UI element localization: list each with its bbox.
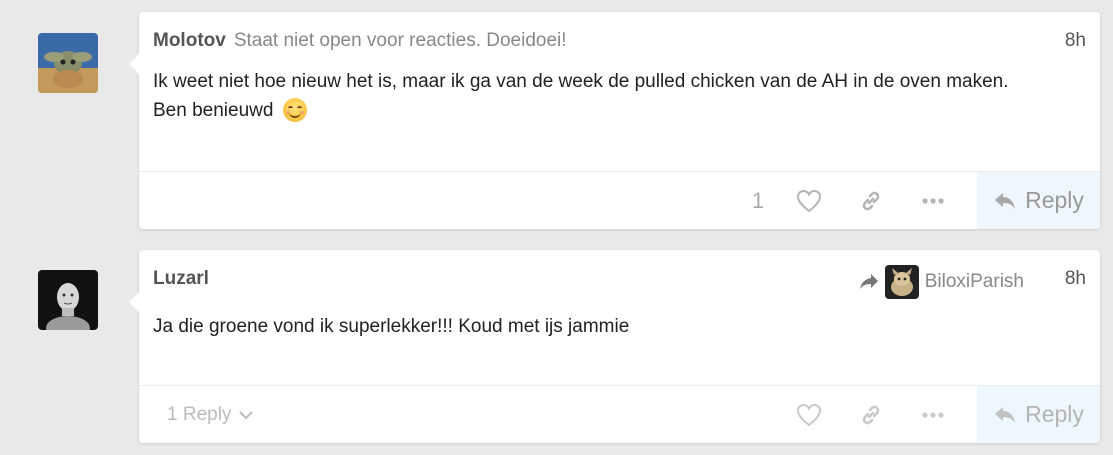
avatar[interactable]: [38, 270, 98, 330]
post-card: Luzarl BiloxiParish 8h Ja die groene von…: [129, 250, 1100, 443]
username[interactable]: Luzarl: [153, 268, 209, 289]
post-body: Ja die groene vond ik superlekker!!! Kou…: [153, 312, 1070, 341]
link-icon: [862, 405, 880, 424]
reply-label: Reply: [1025, 187, 1084, 213]
avatar: [884, 265, 919, 299]
post-body-line: Ja die groene vond ik superlekker!!! Kou…: [153, 316, 630, 337]
post-body-text: Ben benieuwd: [153, 100, 274, 121]
reply-button[interactable]: Reply: [977, 172, 1100, 229]
post-age[interactable]: 8h: [1065, 30, 1086, 52]
reply-to-username: BiloxiParish: [924, 271, 1024, 292]
like-button[interactable]: [793, 386, 825, 443]
like-button[interactable]: [793, 172, 825, 229]
ellipsis-icon: [922, 197, 944, 204]
link-icon: [862, 191, 880, 210]
smiling-face-emoji-icon: [282, 98, 307, 122]
share-link-button[interactable]: [855, 172, 887, 229]
reply-to-tab[interactable]: BiloxiParish: [859, 265, 1024, 299]
post-body-line: Ben benieuwd: [153, 96, 1070, 125]
post-body-line: Ik weet niet hoe nieuw het is, maar ik g…: [153, 71, 1009, 92]
avatar[interactable]: [38, 33, 98, 93]
reply-button[interactable]: Reply: [977, 386, 1100, 443]
ellipsis-icon: [922, 411, 944, 418]
post-actions: 1 Reply Reply: [139, 385, 1100, 443]
username[interactable]: Molotov: [153, 30, 226, 51]
post-body: Ik weet niet hoe nieuw het is, maar ik g…: [153, 67, 1070, 125]
show-replies-button[interactable]: 1 Reply: [167, 386, 254, 443]
replies-label: 1 Reply: [167, 403, 232, 425]
heart-icon: [796, 189, 822, 212]
post-header: Luzarl BiloxiParish 8h: [153, 265, 1086, 299]
chevron-down-icon: [239, 410, 254, 419]
share-link-button[interactable]: [855, 386, 887, 443]
post-age[interactable]: 8h: [1065, 268, 1086, 290]
post-actions: 1 Reply: [139, 171, 1100, 229]
more-options-button[interactable]: [917, 172, 949, 229]
more-options-button[interactable]: [917, 386, 949, 443]
reply-arrow-icon: [995, 192, 1016, 209]
post-card: Molotov Staat niet open voor reacties. Do…: [129, 12, 1100, 229]
reply-arrow-icon: [995, 406, 1016, 423]
share-arrow-icon: [859, 274, 878, 289]
post-header: Molotov Staat niet open voor reacties. Do…: [153, 30, 1086, 54]
heart-icon: [796, 403, 822, 426]
reply-label: Reply: [1025, 401, 1084, 427]
user-title: Staat niet open voor reacties. Doeidoei!: [233, 30, 567, 51]
like-count[interactable]: 1: [747, 172, 769, 229]
